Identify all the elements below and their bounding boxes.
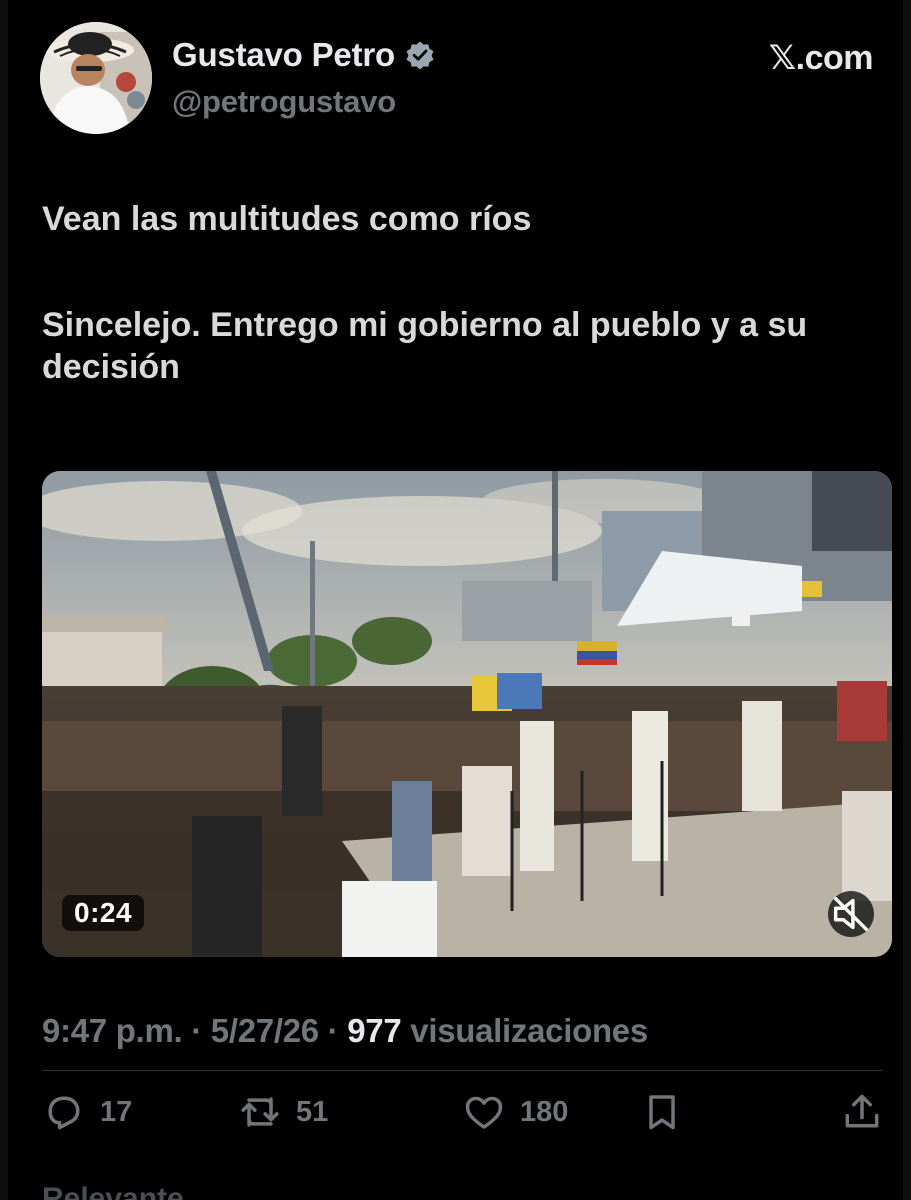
video-duration: 0:24	[62, 895, 145, 931]
like-count: 180	[520, 1095, 569, 1128]
video-thumbnail	[42, 471, 892, 957]
repost-count: 51	[296, 1095, 329, 1128]
avatar-image	[40, 22, 152, 134]
tweet-text: Vean las multitudes como ríos Sincelejo.…	[42, 198, 882, 388]
tweet-paragraph: Vean las multitudes como ríos	[42, 200, 532, 238]
avatar[interactable]	[40, 22, 152, 134]
video-player[interactable]: 0:24	[42, 471, 892, 957]
like-button[interactable]: 180	[462, 1086, 568, 1138]
reply-icon	[48, 1096, 80, 1130]
mute-icon	[833, 896, 869, 932]
reply-button[interactable]: 17	[42, 1086, 132, 1138]
sort-label-cutoff: Relevante	[42, 1184, 184, 1200]
bookmark-button[interactable]	[640, 1086, 684, 1138]
brand-watermark: 𝕏.com	[768, 38, 874, 78]
meta-separator: ·	[182, 1012, 211, 1049]
views-count: 977	[347, 1012, 402, 1049]
display-name[interactable]: Gustavo Petro	[172, 36, 395, 74]
author-info: Gustavo Petro @petrogustavo	[172, 36, 435, 120]
divider	[42, 1070, 883, 1071]
tweet-date[interactable]: 5/27/26	[211, 1012, 319, 1049]
action-bar: 17 51 180	[42, 1086, 887, 1138]
x-logo-icon: 𝕏	[768, 38, 796, 78]
page-edge-right	[903, 0, 911, 1200]
repost-button[interactable]: 51	[238, 1086, 328, 1138]
verified-badge-icon	[405, 40, 435, 70]
share-icon	[845, 1094, 879, 1128]
handle[interactable]: @petrogustavo	[172, 84, 435, 120]
bookmark-icon	[649, 1095, 675, 1130]
reply-count: 17	[100, 1095, 133, 1128]
tweet-time[interactable]: 9:47 p.m.	[42, 1012, 183, 1049]
tweet-header: Gustavo Petro @petrogustavo 𝕏.com	[40, 22, 881, 142]
tweet-meta: 9:47 p.m. · 5/27/26 · 977 visualizacione…	[42, 1012, 648, 1050]
meta-separator: ·	[318, 1012, 348, 1049]
heart-icon	[465, 1096, 503, 1129]
tweet-paragraph: Sincelejo. Entrego mi gobierno al pueblo…	[42, 306, 808, 386]
mute-button[interactable]	[828, 891, 874, 937]
page-edge-left	[0, 0, 8, 1200]
share-button[interactable]	[840, 1086, 884, 1138]
repost-icon	[241, 1097, 279, 1127]
brand-domain: .com	[795, 39, 874, 77]
views-label: visualizaciones	[410, 1012, 648, 1049]
